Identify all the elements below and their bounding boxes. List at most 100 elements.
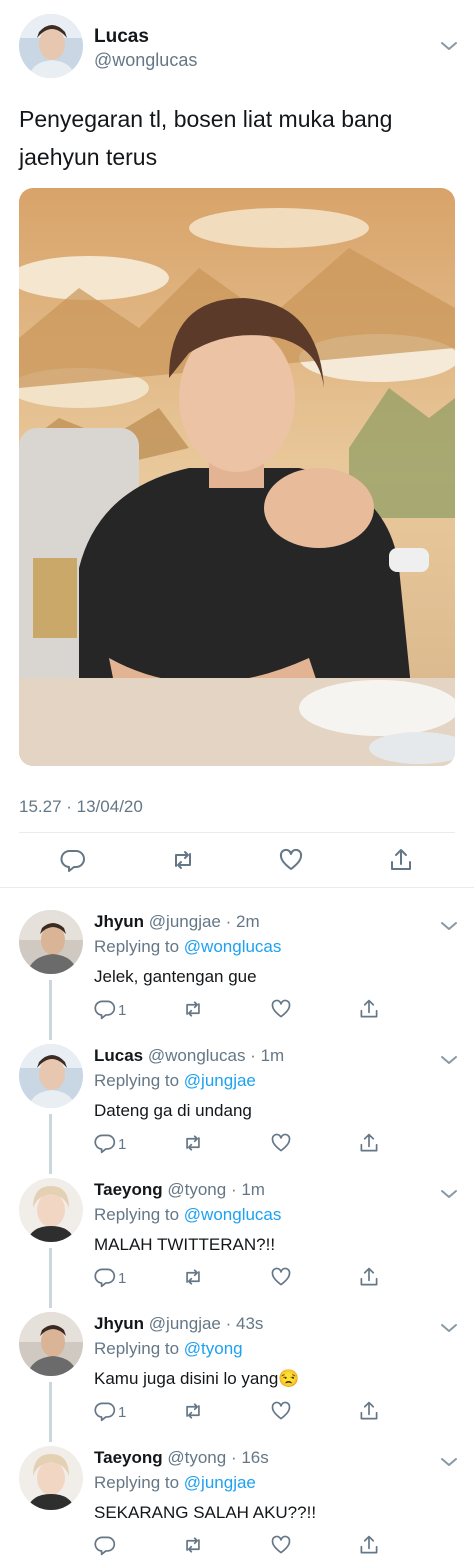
share-icon bbox=[360, 1535, 378, 1554]
retweet-button[interactable] bbox=[182, 1266, 204, 1288]
like-button[interactable] bbox=[270, 1266, 292, 1288]
retweet-icon bbox=[186, 1537, 200, 1553]
reply-button[interactable] bbox=[94, 1534, 118, 1556]
reply-author-name[interactable]: Jhyun bbox=[94, 1314, 144, 1333]
like-icon bbox=[271, 1401, 291, 1420]
author-handle[interactable]: @wonglucas bbox=[94, 50, 197, 71]
replying-label: Replying to bbox=[94, 937, 180, 956]
divider bbox=[19, 832, 455, 833]
replying-label: Replying to bbox=[94, 1071, 180, 1090]
retweet-button[interactable] bbox=[182, 1132, 204, 1154]
reply-text: Dateng ga di undang bbox=[94, 1101, 252, 1120]
reply-button[interactable]: 1 bbox=[94, 1132, 126, 1154]
reply-text: Kamu juga disini lo yang😒 bbox=[94, 1369, 300, 1388]
tweet-timestamp: 15.27 · 13/04/20 bbox=[19, 797, 143, 816]
reply-count: 1 bbox=[118, 1270, 127, 1287]
reply-icon bbox=[94, 1402, 116, 1422]
reply-tweet[interactable]: Taeyong @tyong · 16s Replying to @jungja… bbox=[0, 1434, 474, 1558]
share-icon[interactable] bbox=[388, 847, 414, 873]
tweet-photo[interactable] bbox=[19, 188, 455, 766]
tweet-text: Penyegaran tl, bosen liat muka bang jaeh… bbox=[19, 106, 393, 170]
reply-icon bbox=[94, 1536, 116, 1556]
thread-line bbox=[49, 980, 52, 1040]
replying-label: Replying to bbox=[94, 1473, 180, 1492]
like-icon bbox=[271, 999, 291, 1018]
reply-count: 1 bbox=[118, 1404, 127, 1421]
divider bbox=[0, 887, 474, 888]
reply-avatar[interactable] bbox=[19, 1044, 83, 1108]
chevron-down-icon[interactable] bbox=[440, 1456, 458, 1468]
reply-icon[interactable] bbox=[60, 847, 86, 873]
like-button[interactable] bbox=[270, 1132, 292, 1154]
share-icon bbox=[360, 999, 378, 1018]
reply-author-name[interactable]: Jhyun bbox=[94, 912, 144, 931]
reply-avatar[interactable] bbox=[19, 1178, 83, 1242]
like-icon[interactable] bbox=[278, 847, 304, 873]
reply-author-meta: @wonglucas · 1m bbox=[147, 1046, 285, 1065]
replying-to-link[interactable]: @tyong bbox=[184, 1339, 243, 1358]
reply-text: Jelek, gantengan gue bbox=[94, 967, 257, 986]
reply-count: 1 bbox=[118, 1002, 127, 1019]
chevron-down-icon[interactable] bbox=[440, 1188, 458, 1200]
reply-avatar[interactable] bbox=[19, 1312, 83, 1376]
reply-author-meta: @jungjae · 2m bbox=[148, 912, 260, 931]
author-name[interactable]: Lucas bbox=[94, 26, 149, 48]
replying-to-link[interactable]: @jungjae bbox=[184, 1071, 256, 1090]
share-button[interactable] bbox=[358, 1534, 380, 1556]
share-button[interactable] bbox=[358, 998, 380, 1020]
share-button[interactable] bbox=[358, 1400, 380, 1422]
reply-count: 1 bbox=[118, 1136, 127, 1153]
thread-line bbox=[49, 1248, 52, 1308]
reply-author-meta: @tyong · 1m bbox=[167, 1180, 265, 1199]
chevron-down-icon[interactable] bbox=[440, 40, 458, 52]
retweet-icon bbox=[186, 1001, 200, 1017]
replying-label: Replying to bbox=[94, 1339, 180, 1358]
reply-icon bbox=[94, 1000, 116, 1020]
thread-line bbox=[49, 1382, 52, 1442]
retweet-icon bbox=[186, 1135, 200, 1151]
reply-author-meta: @tyong · 16s bbox=[167, 1448, 269, 1467]
author-avatar[interactable] bbox=[19, 14, 83, 78]
share-button[interactable] bbox=[358, 1266, 380, 1288]
reply-avatar[interactable] bbox=[19, 910, 83, 974]
retweet-button[interactable] bbox=[182, 1534, 204, 1556]
reply-tweet[interactable]: Jhyun @jungjae · 43s Replying to @tyong … bbox=[0, 1300, 474, 1442]
reply-tweet[interactable]: Jhyun @jungjae · 2m Replying to @wongluc… bbox=[0, 898, 474, 1040]
like-button[interactable] bbox=[270, 1534, 292, 1556]
reply-author-name[interactable]: Taeyong bbox=[94, 1448, 163, 1467]
share-icon bbox=[360, 1401, 378, 1420]
replying-to-link[interactable]: @wonglucas bbox=[184, 1205, 282, 1224]
chevron-down-icon[interactable] bbox=[440, 1054, 458, 1066]
reply-tweet[interactable]: Lucas @wonglucas · 1m Replying to @jungj… bbox=[0, 1032, 474, 1174]
reply-author-name[interactable]: Taeyong bbox=[94, 1180, 163, 1199]
retweet-icon bbox=[186, 1269, 200, 1285]
reply-text: SEKARANG SALAH AKU??!! bbox=[94, 1503, 317, 1522]
like-button[interactable] bbox=[270, 998, 292, 1020]
reply-author-meta: @jungjae · 43s bbox=[148, 1314, 264, 1333]
retweet-icon[interactable] bbox=[170, 847, 196, 873]
replying-to-link[interactable]: @jungjae bbox=[184, 1473, 256, 1492]
reply-avatar[interactable] bbox=[19, 1446, 83, 1510]
share-icon bbox=[360, 1267, 378, 1286]
like-button[interactable] bbox=[270, 1400, 292, 1422]
retweet-icon bbox=[186, 1403, 200, 1419]
reply-text: MALAH TWITTERAN?!! bbox=[94, 1235, 276, 1254]
like-icon bbox=[271, 1535, 291, 1554]
share-icon bbox=[360, 1133, 378, 1152]
retweet-button[interactable] bbox=[182, 1400, 204, 1422]
thread-line bbox=[49, 1114, 52, 1174]
replying-label: Replying to bbox=[94, 1205, 180, 1224]
like-icon bbox=[271, 1133, 291, 1152]
replying-to-link[interactable]: @wonglucas bbox=[184, 937, 282, 956]
reply-author-name[interactable]: Lucas bbox=[94, 1046, 143, 1065]
reply-icon bbox=[94, 1134, 116, 1154]
chevron-down-icon[interactable] bbox=[440, 1322, 458, 1334]
share-button[interactable] bbox=[358, 1132, 380, 1154]
chevron-down-icon[interactable] bbox=[440, 920, 458, 932]
retweet-button[interactable] bbox=[182, 998, 204, 1020]
reply-icon bbox=[94, 1268, 116, 1288]
reply-tweet[interactable]: Taeyong @tyong · 1m Replying to @wongluc… bbox=[0, 1166, 474, 1308]
reply-button[interactable]: 1 bbox=[94, 1400, 126, 1422]
reply-button[interactable]: 1 bbox=[94, 1266, 126, 1288]
reply-button[interactable]: 1 bbox=[94, 998, 126, 1020]
